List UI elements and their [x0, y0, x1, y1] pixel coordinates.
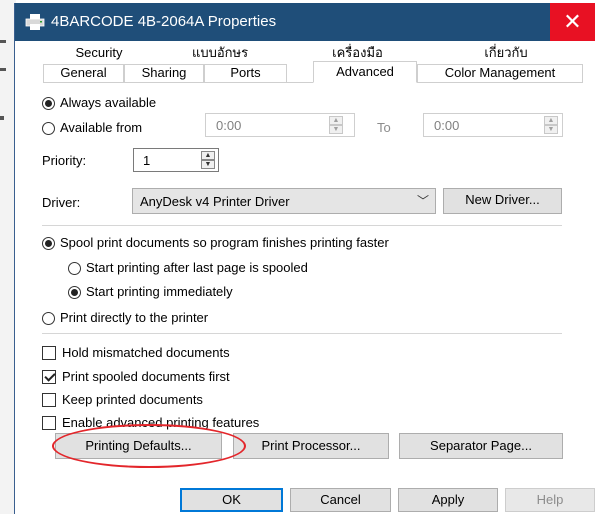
enable-advanced-label: Enable advanced printing features	[62, 415, 260, 430]
printer-icon	[25, 14, 45, 30]
available-from-radio[interactable]	[42, 122, 55, 135]
always-available-radio[interactable]	[42, 97, 55, 110]
print-spooled-first-checkbox[interactable]	[42, 370, 56, 384]
to-label: To	[377, 120, 391, 135]
print-processor-button[interactable]: Print Processor...	[233, 433, 389, 459]
apply-button[interactable]: Apply	[398, 488, 498, 512]
tab-color-management[interactable]: Color Management	[417, 64, 583, 82]
start-immediately-label: Start printing immediately	[86, 284, 233, 299]
always-available-label: Always available	[60, 95, 157, 110]
from-time-value: 0:00	[216, 118, 242, 133]
spool-documents-label: Spool print documents so program finishe…	[60, 235, 389, 250]
driver-value: AnyDesk v4 Printer Driver	[140, 194, 290, 209]
tab-sharing[interactable]: Sharing	[124, 64, 204, 82]
spool-documents-radio[interactable]	[42, 237, 55, 250]
background-mark	[0, 68, 6, 71]
new-driver-button[interactable]: New Driver...	[443, 188, 562, 214]
tab-about[interactable]: เกี่ยวกับ	[430, 45, 582, 61]
print-directly-radio[interactable]	[42, 312, 55, 325]
from-time-up-arrow-icon[interactable]: ▲	[329, 116, 343, 125]
driver-dropdown[interactable]: AnyDesk v4 Printer Driver ﹀	[132, 188, 436, 214]
tab-security[interactable]: Security	[43, 45, 155, 61]
hold-mismatched-checkbox[interactable]	[42, 346, 56, 360]
background-mark	[0, 40, 6, 43]
from-time-down-arrow-icon[interactable]: ▼	[329, 125, 343, 134]
window-title: 4BARCODE 4B-2064A Properties	[51, 13, 277, 30]
title-bar[interactable]: 4BARCODE 4B-2064A Properties ✕	[15, 3, 595, 41]
help-button[interactable]: Help	[505, 488, 595, 512]
tab-advanced[interactable]: Advanced	[313, 61, 417, 83]
start-after-last-page-radio[interactable]	[68, 262, 81, 275]
priority-label: Priority:	[42, 153, 87, 168]
separator-line	[42, 333, 562, 334]
background-mark	[0, 116, 4, 120]
start-after-last-page-label: Start printing after last page is spoole…	[86, 260, 308, 275]
enable-advanced-checkbox[interactable]	[42, 416, 56, 430]
available-to-time-field[interactable]: 0:00	[423, 113, 563, 137]
close-button[interactable]: ✕	[550, 3, 595, 41]
priority-down-arrow-icon[interactable]: ▼	[201, 160, 215, 169]
print-spooled-first-label: Print spooled documents first	[62, 369, 230, 384]
print-directly-label: Print directly to the printer	[60, 310, 209, 325]
keep-printed-checkbox[interactable]	[42, 393, 56, 407]
to-time-value: 0:00	[434, 118, 460, 133]
priority-up-arrow-icon[interactable]: ▲	[201, 151, 215, 160]
tab-fonts[interactable]: แบบอักษร	[155, 45, 285, 61]
hold-mismatched-label: Hold mismatched documents	[62, 345, 230, 360]
priority-value: 1	[143, 153, 151, 168]
chevron-down-icon: ﹀	[417, 194, 430, 208]
separator-line	[42, 225, 562, 226]
start-immediately-radio[interactable]	[68, 286, 81, 299]
tab-ports[interactable]: Ports	[204, 64, 287, 82]
keep-printed-label: Keep printed documents	[62, 392, 203, 407]
cancel-button[interactable]: Cancel	[290, 488, 391, 512]
printing-defaults-button[interactable]: Printing Defaults...	[55, 433, 222, 459]
ok-button[interactable]: OK	[180, 488, 283, 512]
separator-page-button[interactable]: Separator Page...	[399, 433, 563, 459]
tab-tools[interactable]: เครื่องมือ	[285, 45, 430, 61]
available-from-label: Available from	[60, 120, 143, 135]
printer-properties-dialog: 4BARCODE 4B-2064A Properties ✕ Security …	[14, 3, 595, 514]
to-time-down-arrow-icon[interactable]: ▼	[544, 125, 558, 134]
tab-general[interactable]: General	[43, 64, 124, 82]
driver-label: Driver:	[42, 195, 81, 210]
to-time-up-arrow-icon[interactable]: ▲	[544, 116, 558, 125]
close-icon: ✕	[563, 9, 582, 34]
